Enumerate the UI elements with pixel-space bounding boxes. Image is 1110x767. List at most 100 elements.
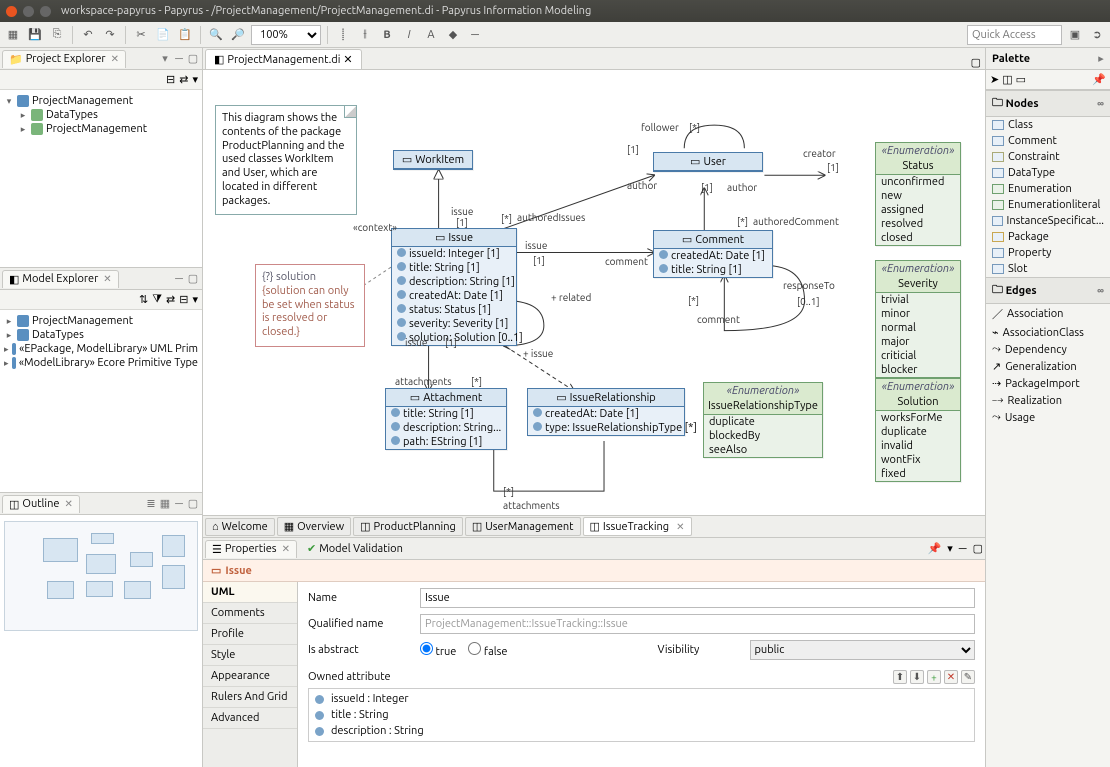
note-tool-icon[interactable]: ▭	[1016, 73, 1026, 86]
cut-icon[interactable]: ✂	[132, 26, 150, 44]
owned-attribute-item[interactable]: issueId : Integer	[311, 691, 972, 707]
italic-icon[interactable]: I	[400, 26, 418, 44]
class-attachment[interactable]: ▭Attachment title: String [1] descriptio…	[385, 388, 507, 450]
name-input[interactable]	[420, 588, 975, 608]
palette-item-generalization[interactable]: ↗Generalization	[986, 358, 1110, 375]
align-left-icon[interactable]: ⸽	[334, 26, 352, 44]
undo-icon[interactable]: ↶	[79, 26, 97, 44]
outline-body[interactable]	[0, 515, 202, 767]
new-icon[interactable]: ▦	[4, 26, 22, 44]
palette-item-packageimport[interactable]: ⇢PackageImport	[986, 375, 1110, 392]
prop-tab-appearance[interactable]: Appearance	[203, 666, 297, 687]
prop-tab-profile[interactable]: Profile	[203, 624, 297, 645]
minimize-view-icon[interactable]: ─	[172, 497, 186, 511]
palette-item-association[interactable]: ／Association	[986, 304, 1110, 324]
class-comment[interactable]: ▭Comment createdAt: Date [1] title: Stri…	[653, 230, 773, 278]
bold-icon[interactable]: B	[378, 26, 396, 44]
zoom-out-icon[interactable]: 🔎	[229, 26, 247, 44]
abstract-false-radio[interactable]: false	[468, 642, 507, 658]
prop-tab-style[interactable]: Style	[203, 645, 297, 666]
palette-item-enumeration[interactable]: Enumeration	[986, 181, 1110, 197]
maximize-view-icon[interactable]: ▢	[971, 56, 981, 69]
collapse-all-icon[interactable]: ⊟	[166, 73, 175, 86]
palette-edges-header[interactable]: 🗀 Edges∞	[986, 277, 1110, 304]
outline-tab[interactable]: ◫ Outline ✕	[2, 495, 80, 513]
pin-icon[interactable]: 📌	[928, 542, 942, 555]
palette-item-dependency[interactable]: ⤳Dependency	[986, 341, 1110, 358]
enum-solution[interactable]: «Enumeration»Solution worksForMe duplica…	[875, 378, 961, 482]
copy-icon[interactable]: 📄	[154, 26, 172, 44]
enum-status[interactable]: «Enumeration»Status unconfirmed new assi…	[875, 142, 961, 246]
tree-item[interactable]: ▸ProjectManagement	[16, 122, 200, 136]
color-icon[interactable]: ◆	[444, 26, 462, 44]
diagram-note[interactable]: This diagram shows the contents of the p…	[215, 105, 357, 215]
link-editor-icon[interactable]: ⇄	[166, 293, 175, 306]
maximize-view-icon[interactable]: ▢	[186, 52, 200, 66]
chevron-right-icon[interactable]: ▸	[1094, 52, 1108, 66]
open-perspective-icon[interactable]: ➲	[1088, 26, 1106, 44]
tree-root[interactable]: ▾ProjectManagement	[2, 94, 200, 108]
save-icon[interactable]: 💾	[26, 26, 44, 44]
prop-tab-rulersgrid[interactable]: Rulers And Grid	[203, 687, 297, 708]
font-icon[interactable]: A	[422, 26, 440, 44]
move-up-icon[interactable]: ⬆	[893, 670, 907, 684]
view-menu-icon[interactable]: ▾	[947, 542, 953, 555]
tree-item[interactable]: ▸«EPackage, ModelLibrary» UML Prim	[2, 342, 200, 356]
enum-severity[interactable]: «Enumeration»Severity trivial minor norm…	[875, 260, 961, 378]
line-icon[interactable]: ─	[466, 26, 484, 44]
maximize-view-icon[interactable]: ▢	[186, 272, 200, 286]
close-icon[interactable]: ✕	[282, 543, 290, 555]
class-issue[interactable]: ▭Issue issueId: Integer [1] title: Strin…	[391, 228, 517, 346]
visibility-select[interactable]: public	[750, 640, 976, 660]
diagram-canvas[interactable]: This diagram shows the contents of the p…	[203, 70, 985, 515]
model-validation-tab[interactable]: ✔Model Validation	[303, 540, 407, 557]
paste-icon[interactable]: 📋	[176, 26, 194, 44]
window-close-button[interactable]	[6, 6, 17, 17]
close-icon[interactable]: ✕	[676, 521, 684, 533]
thumb-mode-icon[interactable]: ▦	[158, 497, 172, 511]
model-explorer-tab[interactable]: ◧ Model Explorer ✕	[2, 270, 119, 288]
zoom-in-icon[interactable]: 🔍	[207, 26, 225, 44]
move-down-icon[interactable]: ⬇	[910, 670, 924, 684]
edit-icon[interactable]: ✎	[961, 670, 975, 684]
close-icon[interactable]: ✕	[103, 273, 111, 285]
palette-item-property[interactable]: Property	[986, 245, 1110, 261]
palette-item-class[interactable]: Class	[986, 117, 1110, 133]
collapse-icon[interactable]: ⊟	[179, 293, 188, 306]
sort-icon[interactable]: ⇅	[139, 293, 148, 306]
class-issuerelationship[interactable]: ▭IssueRelationship createdAt: Date [1] t…	[527, 388, 685, 436]
pointer-icon[interactable]: ➤	[990, 73, 999, 86]
redo-icon[interactable]: ↷	[101, 26, 119, 44]
marquee-icon[interactable]: ◫	[1002, 73, 1012, 86]
class-workitem[interactable]: ▭WorkItem	[393, 150, 473, 170]
project-explorer-tab[interactable]: 📁 Project Explorer ✕	[2, 50, 126, 68]
perspective-icon[interactable]: ▣	[1066, 26, 1084, 44]
maximize-view-icon[interactable]: ▢	[186, 497, 200, 511]
abstract-true-radio[interactable]: true	[420, 642, 456, 658]
add-icon[interactable]: +	[927, 670, 941, 684]
maximize-view-icon[interactable]: ▢	[973, 542, 983, 555]
pin-icon[interactable]: 📌	[1092, 73, 1106, 86]
enum-issuerelationshiptype[interactable]: «Enumeration»IssueRelationshipType dupli…	[703, 382, 823, 458]
subtab-issuetracking[interactable]: ◫IssueTracking✕	[583, 517, 692, 536]
palette-item-instancespec[interactable]: InstanceSpecificat...	[986, 213, 1110, 229]
window-maximize-button[interactable]	[40, 6, 51, 17]
quick-access-input[interactable]	[967, 25, 1062, 45]
close-icon[interactable]: ✕	[343, 53, 352, 66]
palette-item-package[interactable]: Package	[986, 229, 1110, 245]
editor-tab[interactable]: ◧ ProjectManagement.di ✕	[205, 49, 362, 69]
palette-item-realization[interactable]: ⤍Realization	[986, 392, 1110, 409]
minimize-view-icon[interactable]: ─	[959, 543, 967, 555]
palette-item-usage[interactable]: ⤳Usage	[986, 409, 1110, 426]
zoom-select[interactable]: 100%	[251, 25, 321, 45]
view-dropdown-icon[interactable]: ▾	[192, 293, 198, 306]
prop-tab-uml[interactable]: UML	[203, 582, 297, 603]
subtab-usermanagement[interactable]: ◫UserManagement	[465, 517, 581, 536]
view-menu-icon[interactable]: ▾	[158, 52, 172, 66]
window-minimize-button[interactable]	[23, 6, 34, 17]
palette-item-slot[interactable]: Slot	[986, 261, 1110, 277]
view-dropdown-icon[interactable]: ▾	[192, 73, 198, 86]
subtab-welcome[interactable]: ⌂Welcome	[205, 518, 275, 536]
outline-thumbnail[interactable]	[4, 521, 198, 631]
class-user[interactable]: ▭User	[653, 152, 763, 172]
